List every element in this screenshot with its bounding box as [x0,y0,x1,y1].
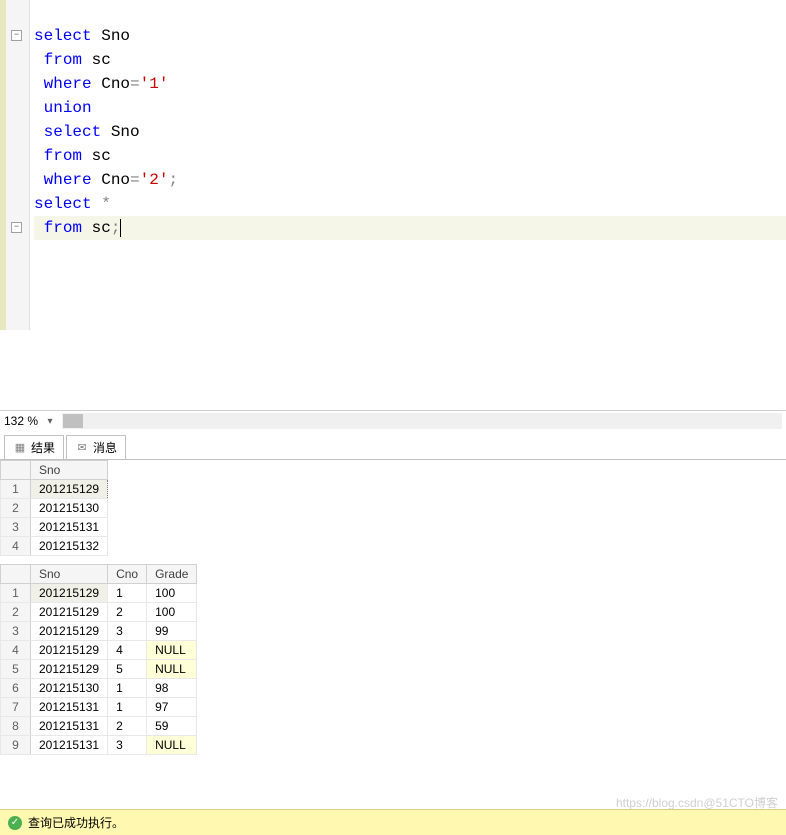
row-number[interactable]: 1 [1,480,31,499]
table-row[interactable]: 2201215130 [1,499,108,518]
table-cell[interactable]: 1 [108,679,147,698]
table-row[interactable]: 42012151294NULL [1,641,197,660]
table-cell[interactable]: NULL [147,660,197,679]
table-row[interactable]: 3201215131 [1,518,108,537]
table-row[interactable]: 7201215131197 [1,698,197,717]
grid-icon: ▦ [13,441,27,455]
fold-toggle[interactable]: − [11,222,22,233]
table-cell[interactable]: 100 [147,584,197,603]
messages-icon: ✉ [75,441,89,455]
table-cell[interactable]: 5 [108,660,147,679]
table-row[interactable]: 3201215129399 [1,622,197,641]
row-number[interactable]: 2 [1,603,31,622]
row-number[interactable]: 5 [1,660,31,679]
results-grid-1[interactable]: Sno1201215129220121513032012151314201215… [0,460,786,556]
code-line[interactable]: select * [34,192,786,216]
table-cell[interactable]: 201215129 [31,641,108,660]
row-number[interactable]: 3 [1,518,31,537]
table-cell[interactable]: 201215130 [31,679,108,698]
row-number[interactable]: 4 [1,641,31,660]
table-row[interactable]: 6201215130198 [1,679,197,698]
code-line[interactable]: where Cno='1' [34,72,786,96]
table-row[interactable]: 52012151295NULL [1,660,197,679]
column-header[interactable]: Sno [31,461,108,480]
table-cell[interactable]: 2 [108,603,147,622]
code-line[interactable]: select Sno [34,24,786,48]
status-text: 查询已成功执行。 [28,814,124,831]
table-cell[interactable]: 4 [108,641,147,660]
table-cell[interactable]: NULL [147,736,197,755]
row-number[interactable]: 6 [1,679,31,698]
success-icon: ✓ [8,816,22,830]
tab-results[interactable]: ▦ 结果 [4,435,64,459]
results-grid-2[interactable]: SnoCnoGrade12012151291100220121512921003… [0,564,786,755]
table-cell[interactable]: 201215129 [31,660,108,679]
zoom-toolbar: 132 % ▾ [0,410,786,431]
table-cell[interactable]: 201215130 [31,499,108,518]
column-header[interactable]: Cno [108,565,147,584]
tab-label: 消息 [93,439,117,456]
table-cell[interactable]: 1 [108,584,147,603]
code-line[interactable]: from sc [34,48,786,72]
table-row[interactable]: 92012151313NULL [1,736,197,755]
table-cell[interactable]: 3 [108,622,147,641]
table-cell[interactable]: 201215129 [31,603,108,622]
table-cell[interactable]: 2 [108,717,147,736]
code-line[interactable]: from sc [34,144,786,168]
table-row[interactable]: 8201215131259 [1,717,197,736]
table-cell[interactable]: 201215129 [31,480,108,499]
row-number[interactable]: 7 [1,698,31,717]
row-number[interactable]: 9 [1,736,31,755]
table-cell[interactable]: 59 [147,717,197,736]
table-cell[interactable]: 3 [108,736,147,755]
code-line[interactable]: union [34,96,786,120]
table-cell[interactable]: 97 [147,698,197,717]
sql-editor[interactable]: −− select Sno from sc where Cno='1' unio… [0,0,786,330]
code-line[interactable]: where Cno='2'; [34,168,786,192]
tab-label: 结果 [31,439,55,456]
zoom-dropdown-icon[interactable]: ▾ [42,416,58,427]
table-cell[interactable]: 98 [147,679,197,698]
table-cell[interactable]: 1 [108,698,147,717]
code-area[interactable]: select Sno from sc where Cno='1' union s… [30,0,786,330]
table-cell[interactable]: 201215131 [31,698,108,717]
column-header[interactable]: Grade [147,565,197,584]
table-cell[interactable]: 201215131 [31,736,108,755]
row-number[interactable]: 1 [1,584,31,603]
table-cell[interactable]: 201215131 [31,717,108,736]
code-line[interactable] [34,0,786,24]
code-line[interactable]: from sc; [34,216,786,240]
fold-toggle[interactable]: − [11,30,22,41]
table-cell[interactable]: 100 [147,603,197,622]
table-cell[interactable]: 201215132 [31,537,108,556]
results-tabs: ▦ 结果 ✉ 消息 [0,431,786,460]
row-number[interactable]: 2 [1,499,31,518]
table-cell[interactable]: NULL [147,641,197,660]
horizontal-scrollbar[interactable] [62,413,782,429]
table-cell[interactable]: 201215131 [31,518,108,537]
table-row[interactable]: 4201215132 [1,537,108,556]
row-number[interactable]: 3 [1,622,31,641]
table-cell[interactable]: 201215129 [31,584,108,603]
row-number[interactable]: 8 [1,717,31,736]
table-row[interactable]: 12012151291100 [1,584,197,603]
table-row[interactable]: 22012151292100 [1,603,197,622]
zoom-level[interactable]: 132 % [4,414,38,428]
code-line[interactable]: select Sno [34,120,786,144]
status-bar: ✓ 查询已成功执行。 [0,809,786,835]
table-row[interactable]: 1201215129 [1,480,108,499]
table-cell[interactable]: 99 [147,622,197,641]
editor-gutter: −− [0,0,30,330]
column-header[interactable]: Sno [31,565,108,584]
row-number[interactable]: 4 [1,537,31,556]
table-cell[interactable]: 201215129 [31,622,108,641]
tab-messages[interactable]: ✉ 消息 [66,435,126,459]
